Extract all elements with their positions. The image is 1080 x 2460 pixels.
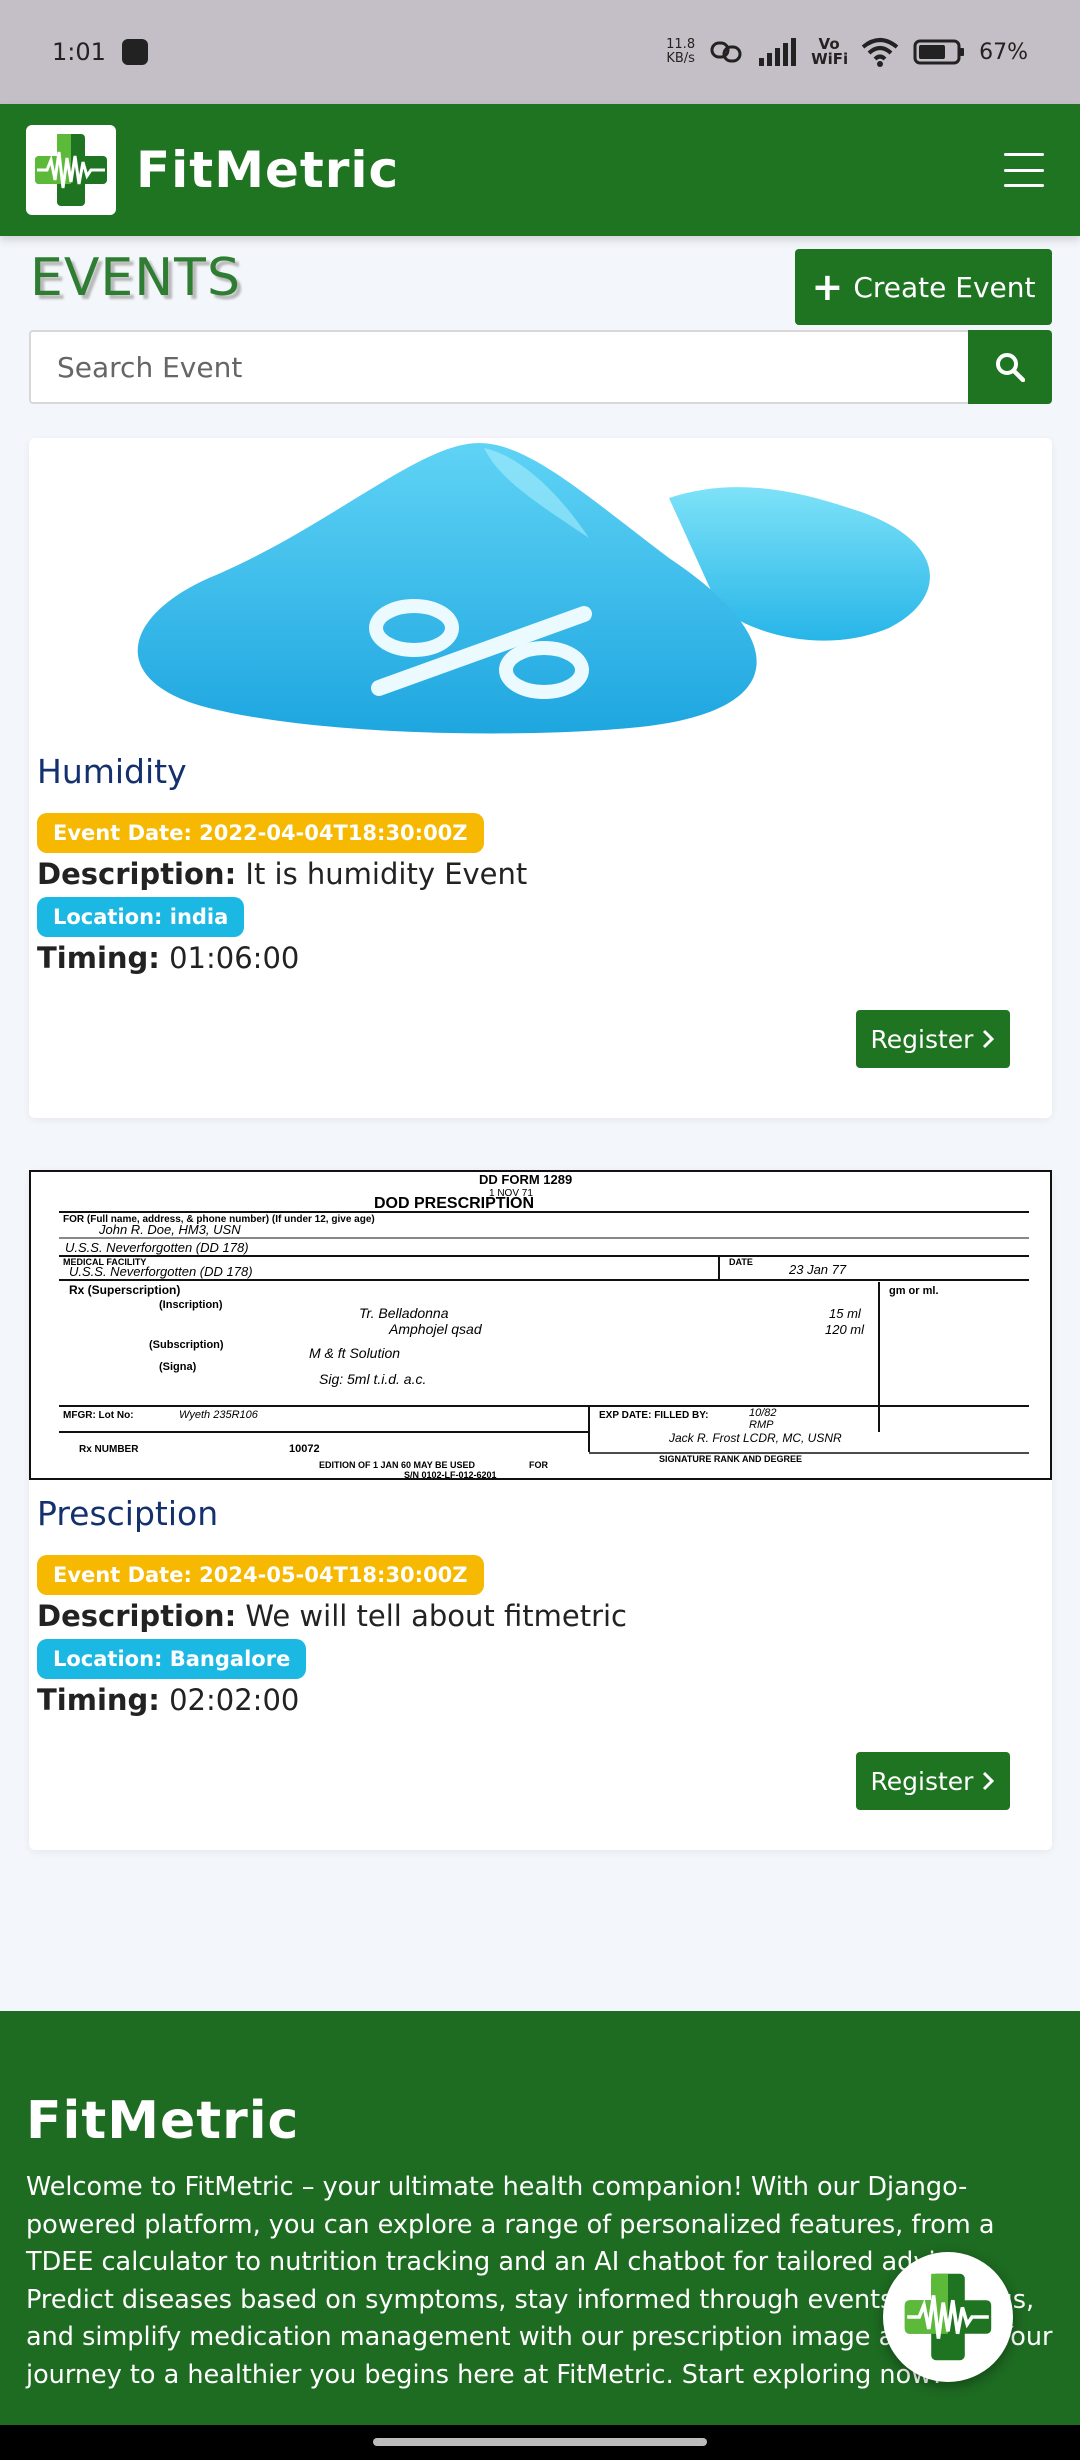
event-timing: Timing: 01:06:00 <box>37 941 1044 975</box>
rx-signa: Sig: 5ml t.i.d. a.c. <box>319 1371 426 1387</box>
rx-doctor: Jack R. Frost LCDR, MC, USNR <box>668 1431 842 1445</box>
description-value: We will tell about fitmetric <box>245 1599 627 1633</box>
rx-form-title: DOD PRESCRIPTION <box>374 1195 534 1212</box>
rx-sn: S/N 0102-LF-012-6201 <box>404 1470 497 1480</box>
prescription-form-image: DD FORM 1289 1 NOV 71 DOD PRESCRIPTION F… <box>29 1170 1052 1480</box>
page-title: EVENTS <box>30 248 241 308</box>
home-gesture-handle[interactable] <box>373 2438 707 2446</box>
app-header: FitMetric <box>0 104 1080 236</box>
event-location-badge: Location: Bangalore <box>37 1639 307 1679</box>
medical-cross-pulse-icon <box>904 2273 992 2361</box>
link-icon <box>710 41 742 63</box>
rx-number-label: Rx NUMBER <box>79 1444 139 1455</box>
create-event-button[interactable]: + Create Event <box>795 249 1052 325</box>
hamburger-menu-button[interactable] <box>994 145 1054 195</box>
menu-line <box>1004 184 1044 187</box>
register-label: Register <box>870 1024 974 1054</box>
chatbot-fab-button[interactable] <box>883 2252 1013 2382</box>
rx-mfgr-label: MFGR: Lot No: <box>63 1410 134 1421</box>
description-value: It is humidity Event <box>245 857 528 891</box>
timing-value: 01:06:00 <box>169 941 300 975</box>
timing-value: 02:02:00 <box>169 1683 300 1717</box>
rx-filled-by: RMP <box>749 1419 774 1431</box>
description-label: Description: <box>37 1599 237 1633</box>
rx-patient-address: U.S.S. Neverforgotten (DD 178) <box>65 1240 249 1255</box>
event-date-badge: Event Date: 2022-04-04T18:30:00Z <box>37 813 484 853</box>
chevron-right-icon <box>983 1029 995 1049</box>
rx-date-label: DATE <box>729 1257 753 1267</box>
event-card-body: Humidity Event Date: 2022-04-04T18:30:00… <box>29 752 1052 1068</box>
brand-logo[interactable] <box>26 125 116 215</box>
search-bar <box>29 330 1052 404</box>
search-input[interactable] <box>29 330 968 404</box>
event-image-prescription: DD FORM 1289 1 NOV 71 DOD PRESCRIPTION F… <box>29 1170 1052 1480</box>
event-card: Humidity Event Date: 2022-04-04T18:30:00… <box>29 438 1052 1118</box>
rx-inscription-2: Amphojel qsad <box>388 1321 483 1337</box>
signal-icon <box>759 38 797 66</box>
app-notification-icon <box>121 39 148 65</box>
brand-name[interactable]: FitMetric <box>136 141 399 199</box>
medical-cross-pulse-icon <box>35 134 107 206</box>
description-label: Description: <box>37 857 237 891</box>
rx-superscription: Rx (Superscription) <box>69 1283 180 1297</box>
rx-inscription-label: (Inscription) <box>159 1299 223 1311</box>
event-card-body: Presciption Event Date: 2024-05-04T18:30… <box>29 1494 1052 1810</box>
event-card: DD FORM 1289 1 NOV 71 DOD PRESCRIPTION F… <box>29 1170 1052 1850</box>
humidity-drop-illustration <box>137 443 930 734</box>
rx-number: 10072 <box>289 1443 320 1455</box>
event-description: Description: We will tell about fitmetri… <box>37 1599 1044 1633</box>
timing-label: Timing: <box>37 1683 160 1717</box>
net-speed-value: 11.8 <box>666 37 696 52</box>
rx-qty-1: 15 ml <box>829 1306 862 1321</box>
menu-line <box>1004 168 1044 172</box>
rx-subscription-label: (Subscription) <box>149 1339 224 1351</box>
battery-percent: 67% <box>979 39 1028 65</box>
status-bar: 1:01 11.8 KB/s Vo WiFi 67% <box>0 0 1080 104</box>
rx-edition: EDITION OF 1 JAN 60 MAY BE USED <box>319 1460 476 1470</box>
net-speed-unit: KB/s <box>666 51 695 66</box>
event-date-badge: Event Date: 2024-05-04T18:30:00Z <box>37 1555 484 1595</box>
plus-icon: + <box>811 265 844 309</box>
search-button[interactable] <box>968 330 1052 404</box>
status-time: 1:01 <box>52 38 106 66</box>
vowifi-label: Vo WiFi <box>811 35 849 68</box>
rx-subscription: M & ft Solution <box>309 1345 400 1361</box>
register-label: Register <box>870 1766 974 1796</box>
rx-qty-2: 120 ml <box>825 1322 865 1337</box>
register-button[interactable]: Register <box>856 1010 1010 1068</box>
rx-facility: U.S.S. Neverforgotten (DD 178) <box>69 1264 253 1279</box>
event-title[interactable]: Presciption <box>37 1494 1044 1533</box>
status-indicators: 11.8 KB/s Vo WiFi 67% <box>666 37 1028 67</box>
network-speed: 11.8 KB/s <box>666 38 695 66</box>
event-location-badge: Location: india <box>37 897 245 937</box>
rx-inscription-1: Tr. Belladonna <box>359 1305 449 1321</box>
event-timing: Timing: 02:02:00 <box>37 1683 1044 1717</box>
event-title[interactable]: Humidity <box>37 752 1044 791</box>
menu-line <box>1004 153 1044 156</box>
system-nav-bar <box>0 2425 1080 2460</box>
rx-for-label: FOR <box>529 1460 548 1470</box>
event-image-humidity <box>29 438 1052 738</box>
rx-patient: John R. Doe, HM3, USN <box>98 1222 241 1237</box>
rx-signa-label: (Signa) <box>159 1361 197 1373</box>
create-event-label: Create Event <box>853 270 1036 304</box>
battery-icon <box>913 39 965 65</box>
event-description: Description: It is humidity Event <box>37 857 1044 891</box>
footer-title: FitMetric <box>26 2091 300 2151</box>
rx-signature-label: SIGNATURE RANK AND DEGREE <box>659 1454 802 1464</box>
search-icon <box>996 353 1025 382</box>
timing-label: Timing: <box>37 941 160 975</box>
rx-unit-label: gm or ml. <box>889 1285 939 1297</box>
rx-date: 23 Jan 77 <box>788 1262 847 1277</box>
register-button[interactable]: Register <box>856 1752 1010 1810</box>
rx-mfgr: Wyeth 235R106 <box>179 1409 259 1421</box>
chevron-right-icon <box>983 1771 995 1791</box>
rx-form-number: DD FORM 1289 <box>479 1172 572 1187</box>
wifi-icon <box>861 38 899 67</box>
rx-exp: 10/82 <box>749 1407 777 1419</box>
rx-exp-label: EXP DATE: FILLED BY: <box>599 1410 708 1421</box>
